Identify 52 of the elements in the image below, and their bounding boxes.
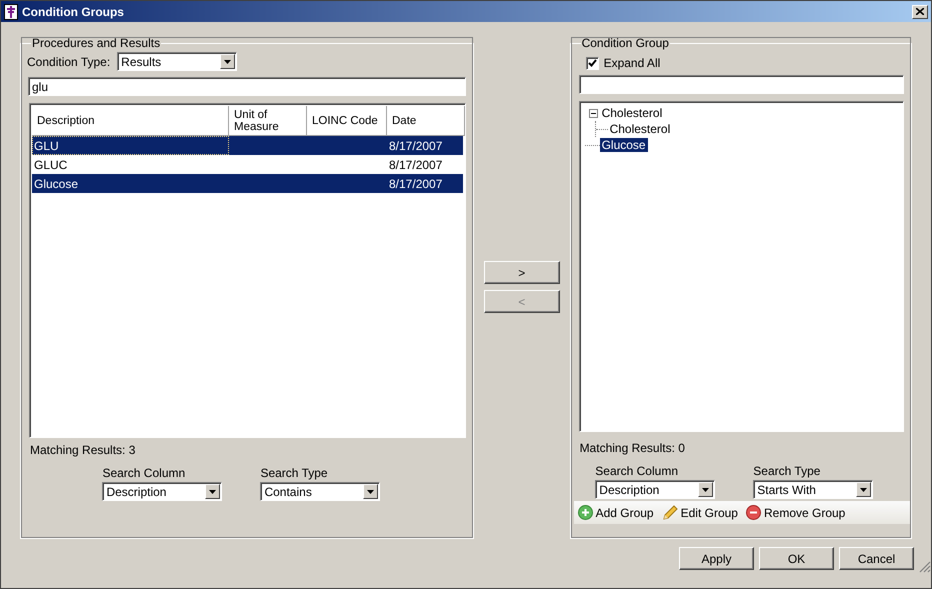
edit-group-button[interactable]: Edit Group	[662, 504, 738, 520]
group-title: Condition Group	[580, 36, 670, 50]
dropdown-arrow-icon	[224, 60, 232, 64]
group-title: Procedures and Results	[31, 36, 162, 50]
search-column-label: Search Column	[595, 464, 679, 478]
search-column-dropdown[interactable]: Description	[102, 482, 222, 501]
expand-all-label: Expand All	[604, 56, 660, 70]
search-column-label: Search Column	[102, 466, 186, 480]
close-button[interactable]	[912, 4, 928, 18]
tree-connector	[596, 128, 608, 130]
collapse-toggle[interactable]	[588, 108, 598, 118]
resize-grip-icon	[919, 561, 931, 573]
table-cell-text: 8/17/2007	[388, 138, 444, 154]
table-cell: GLU	[32, 136, 229, 155]
matching-results-text: Matching Results: 0	[580, 441, 686, 455]
search-column-dropdown[interactable]: Description	[595, 480, 716, 499]
table-row[interactable]: GLU 8/17/2007	[32, 136, 463, 155]
dialog-button[interactable]: Apply	[679, 547, 754, 570]
cross-icon	[4, 4, 18, 20]
add-group-button[interactable]: Add Group	[578, 505, 654, 520]
expand-all-checkbox[interactable]	[586, 56, 599, 70]
table-cell-text: 8/17/2007	[388, 176, 444, 192]
table-cell-text: GLUC	[33, 156, 68, 174]
pencil-icon	[662, 504, 678, 520]
dialog-button[interactable]: OK	[759, 547, 834, 570]
remove-group-button[interactable]: Remove Group	[746, 505, 846, 520]
search-type-dropdown[interactable]: Starts With	[753, 480, 874, 499]
dropdown-arrow-icon	[860, 488, 868, 492]
window-title: Condition Groups	[22, 4, 125, 18]
tree-item[interactable]: Glucose	[600, 138, 648, 152]
minus-icon	[590, 110, 596, 116]
table-cell-text: 8/17/2007	[388, 156, 444, 174]
matching-results-text: Matching Results: 3	[30, 443, 136, 457]
tree-item[interactable]: Cholesterol	[608, 122, 672, 136]
dropdown-arrow-icon	[367, 490, 374, 494]
dropdown-arrow-icon	[209, 490, 216, 494]
dialog-button[interactable]: Cancel	[839, 547, 914, 570]
condition-type-dropdown[interactable]: Results	[117, 52, 238, 71]
condition-type-label: Condition Type:	[27, 54, 110, 68]
group-search-field[interactable]	[578, 75, 904, 94]
search-type-dropdown[interactable]: Contains	[260, 482, 380, 501]
close-icon	[916, 8, 924, 15]
search-type-label: Search Type	[753, 464, 822, 478]
table-cell-text: Glucose	[33, 176, 80, 192]
tree-item[interactable]: Cholesterol	[600, 106, 664, 120]
plus-circle-icon	[578, 505, 593, 520]
table-row[interactable]: Glucose 8/17/2007	[32, 174, 463, 193]
dropdown-arrow-icon	[702, 488, 710, 492]
transfer-button[interactable]: >	[484, 261, 560, 284]
minus-circle-icon	[746, 505, 761, 520]
search-field[interactable]: glu	[28, 77, 466, 96]
search-type-label: Search Type	[260, 466, 329, 480]
